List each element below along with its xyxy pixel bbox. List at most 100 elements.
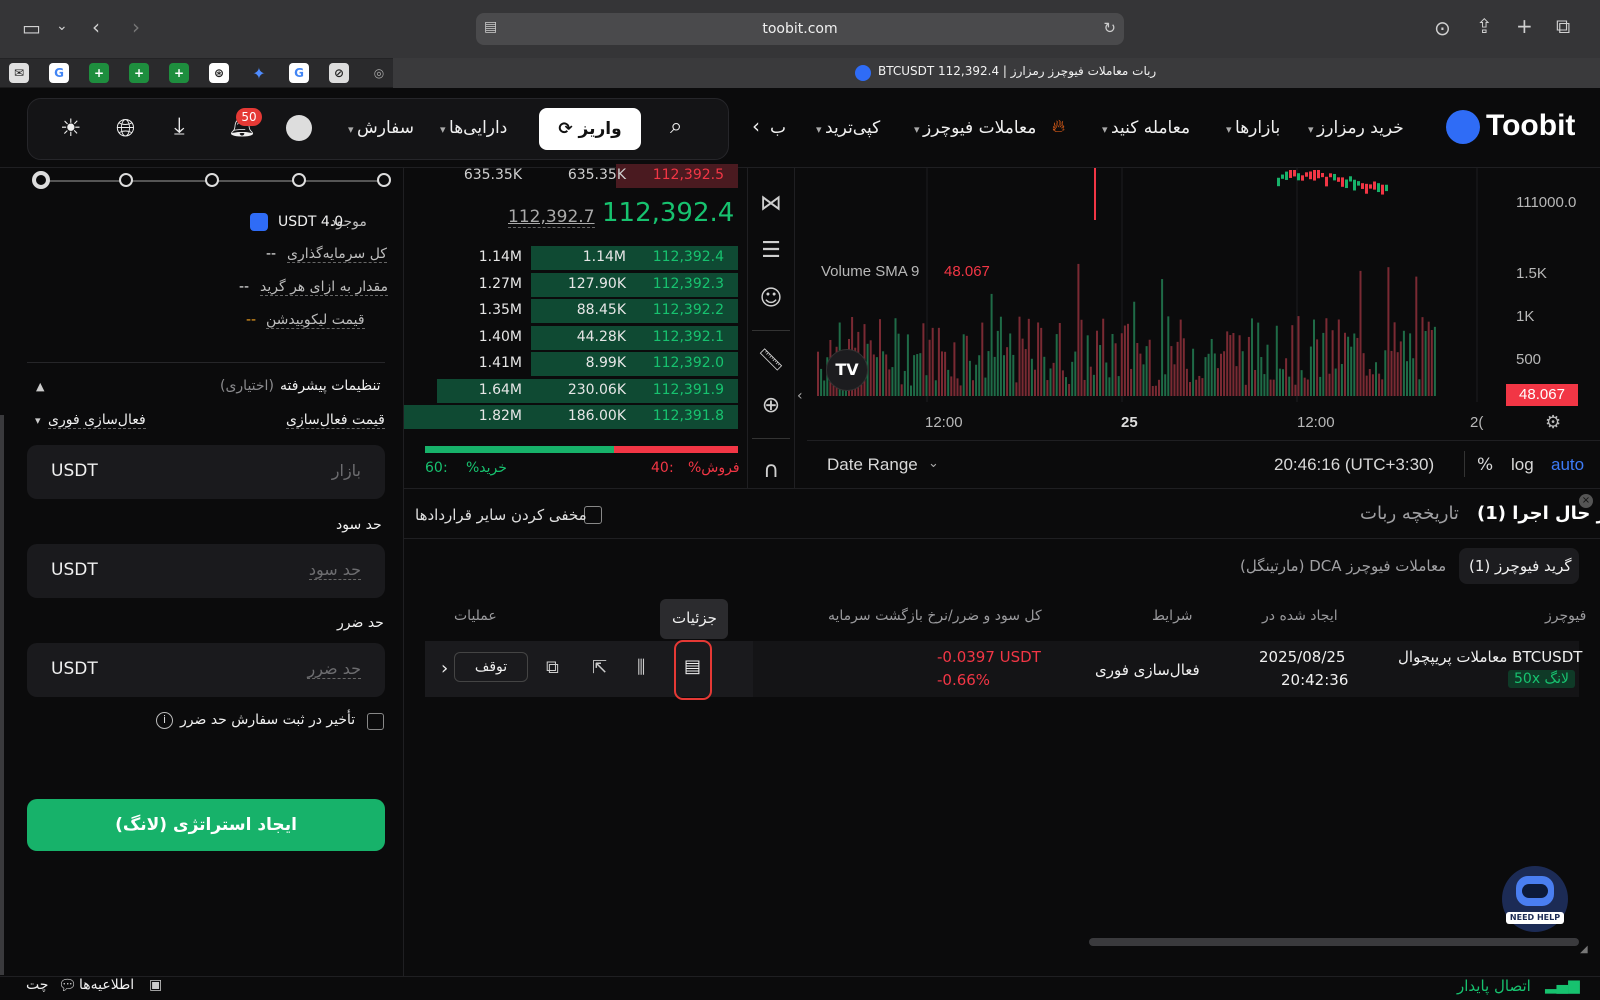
search-icon[interactable]: ⌕ (670, 114, 682, 139)
nav-scroll-left-icon[interactable]: ‹ (752, 114, 760, 138)
zoom-in-icon[interactable]: ⊕ (755, 390, 787, 422)
language-globe-icon[interactable]: 🌐︎ (116, 114, 135, 142)
collapse-caret-icon[interactable]: ▲ (36, 380, 44, 393)
favicon-compass[interactable]: ◎ (369, 63, 389, 83)
account-avatar-icon[interactable] (286, 115, 312, 141)
favicon-gemini[interactable]: ✦ (249, 63, 269, 83)
nav-item-trade[interactable]: معامله کنید (1102, 118, 1190, 138)
favicon-sheets[interactable]: + (89, 63, 109, 83)
horizontal-scrollbar[interactable] (1089, 938, 1579, 946)
details-icon[interactable]: ▤ (684, 656, 701, 677)
delay-checkbox[interactable] (367, 713, 384, 730)
panel-scrollbar[interactable] (0, 415, 4, 975)
reload-icon[interactable]: ↻ (1103, 19, 1116, 37)
instant-activation-select[interactable]: فعال‌سازی فوری (48, 412, 146, 429)
log-scale-toggle[interactable]: log (1511, 455, 1534, 475)
stop-loss-input[interactable]: USDT حد ضرر (27, 643, 385, 697)
mark-price[interactable]: 112,392.7 (508, 207, 595, 228)
emoji-tool-icon[interactable]: ☺ (755, 283, 787, 315)
announcement-icon[interactable]: ▣ (149, 977, 162, 993)
logo-text[interactable]: Toobit (1486, 109, 1575, 143)
bid-price[interactable]: 112,392.2 (653, 302, 724, 318)
slider-mark[interactable] (119, 173, 133, 187)
nav-item-futures[interactable]: معاملات فیوچرز (914, 118, 1036, 138)
slider-mark[interactable] (377, 173, 391, 187)
subtab-grid[interactable]: گرید فیوچرز (1) (1459, 548, 1579, 584)
slider-mark[interactable] (205, 173, 219, 187)
ask-price[interactable]: 112,392.5 (653, 167, 724, 183)
help-bot-avatar-icon[interactable]: NEED HELP (1502, 866, 1568, 932)
bid-row[interactable]: 1.27M 127.90K 112,392.3 (404, 272, 738, 298)
fib-tool-icon[interactable]: ☰ (755, 235, 787, 267)
back-icon[interactable]: ‹ (92, 15, 100, 39)
slider-handle[interactable] (32, 171, 50, 189)
magnet-tool-icon[interactable]: ∩ (755, 455, 787, 487)
convert-icon[interactable] (250, 213, 268, 231)
activation-price-input[interactable]: USDT بازار (27, 445, 385, 499)
ruler-tool-icon[interactable]: 📏︎ (755, 345, 787, 377)
take-profit-input[interactable]: USDT حد سود (27, 544, 385, 598)
percent-scale-toggle[interactable]: % (1477, 455, 1493, 475)
dropdown-caret-icon[interactable]: ▾ (35, 414, 41, 427)
chart-view-icon[interactable]: ⫼ (637, 657, 645, 678)
toobit-logo-icon[interactable] (1446, 110, 1480, 144)
tradingview-logo-icon[interactable]: TV (826, 349, 868, 391)
advanced-settings-label[interactable]: تنظیمات پیشرفته (280, 378, 381, 394)
assets-menu[interactable]: دارایی‌ها (440, 118, 507, 138)
bid-row[interactable]: 1.40M 44.28K 112,392.1 (404, 325, 738, 351)
announcements-link[interactable]: اطلاعیه‌ها (79, 977, 134, 993)
info-icon[interactable]: i (156, 712, 173, 729)
favicon-sheets[interactable]: + (129, 63, 149, 83)
volume-indicator-label[interactable]: Volume SMA 9 (821, 263, 919, 280)
copy-icon[interactable]: ⧉ (546, 657, 559, 678)
orders-menu[interactable]: سفارش (348, 118, 414, 138)
download-app-icon[interactable]: ⤓ (174, 112, 185, 140)
bid-row[interactable]: 1.64M 230.06K 112,391.9 (404, 378, 738, 404)
bid-price[interactable]: 112,392.1 (653, 329, 724, 345)
bid-row[interactable]: 1.35M 88.45K 112,392.2 (404, 298, 738, 324)
chevron-down-icon[interactable]: ⌄ (56, 18, 68, 34)
stop-bot-button[interactable]: توقف (454, 652, 528, 682)
auto-scale-toggle[interactable]: auto (1551, 455, 1584, 475)
pattern-tool-icon[interactable]: ⋈ (755, 188, 787, 220)
favicon-google[interactable]: G (289, 63, 309, 83)
chart-settings-icon[interactable]: ⚙ (1545, 412, 1561, 433)
tab-bot-history[interactable]: تاریخچه ربات (1360, 503, 1459, 524)
nav-item-more[interactable]: ب (770, 118, 786, 138)
favicon-sheets[interactable]: + (169, 63, 189, 83)
collapse-toolbar-icon[interactable]: ‹ (797, 388, 803, 404)
chevron-down-icon[interactable]: ⌄ (928, 456, 939, 471)
expand-row-icon[interactable]: › (441, 658, 448, 679)
bid-price[interactable]: 112,391.8 (653, 408, 724, 424)
row-symbol[interactable]: BTCUSDT معاملات پریپچوال (1398, 648, 1582, 666)
nav-item-buy-crypto[interactable]: خرید رمزارز (1308, 118, 1404, 138)
chat-link[interactable]: چت (26, 977, 48, 993)
bid-price[interactable]: 112,392.0 (653, 355, 724, 371)
address-bar[interactable]: ▤ toobit.com ↻ (476, 13, 1124, 45)
hide-others-checkbox[interactable] (584, 506, 602, 524)
date-range-button[interactable]: Date Range (827, 455, 918, 475)
bid-row[interactable]: 1.82M 186.00K 112,391.8 (404, 404, 738, 430)
nav-item-copytrade[interactable]: کپی‌ترید (816, 118, 880, 138)
favicon-mail[interactable]: ✉ (9, 63, 29, 83)
bid-row[interactable]: 1.14M 1.14M 112,392.4 (404, 245, 738, 271)
create-strategy-button[interactable]: ایجاد استراتژی (لانگ) (27, 799, 385, 851)
theme-toggle-icon[interactable]: ☀ (60, 114, 82, 142)
bid-price[interactable]: 112,392.3 (653, 276, 724, 292)
subtab-dca[interactable]: معاملات فیوچرز DCA (مارتینگل) (1240, 557, 1446, 575)
bid-price[interactable]: 112,391.9 (653, 382, 724, 398)
bid-row[interactable]: 1.41M 8.99K 112,392.0 (404, 351, 738, 377)
share-link-icon[interactable]: ⇱ (592, 657, 607, 678)
favicon-site[interactable]: ⊘ (329, 63, 349, 83)
sidebar-toggle-icon[interactable]: ▭ (22, 16, 41, 40)
bid-price[interactable]: 112,392.4 (653, 249, 724, 265)
share-icon[interactable]: ⇪ (1476, 14, 1493, 38)
resize-handle-icon[interactable]: ◢ (1580, 944, 1588, 955)
new-tab-icon[interactable]: + (1516, 14, 1533, 38)
tab-overview-icon[interactable]: ⧉ (1556, 14, 1570, 38)
chat-icon[interactable]: 💬︎ (58, 976, 77, 994)
deposit-button[interactable]: واریز ⟳ (539, 108, 641, 150)
tab-running[interactable]: در حال اجرا (1) (1477, 503, 1600, 524)
slider-mark[interactable] (292, 173, 306, 187)
nav-item-markets[interactable]: بازارها (1226, 118, 1280, 138)
